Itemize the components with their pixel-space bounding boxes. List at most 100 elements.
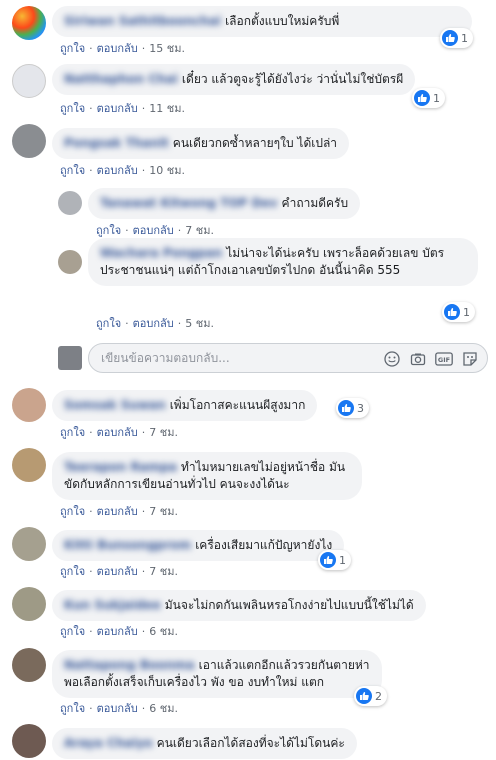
avatar[interactable] [12, 6, 46, 40]
comment-text: คนเดียวเลือกได้สองที่จะได้ไม่โดนค่ะ [156, 736, 345, 750]
reply-input[interactable]: เขียนข้อความตอบกลับ... GIF [88, 343, 488, 373]
comment-time: 11 ชม. [149, 102, 185, 115]
reaction-count[interactable]: 2 [354, 686, 387, 706]
avatar[interactable] [12, 648, 46, 682]
comment-text: เลือกตั้งแบบใหม่ครับพี่ [225, 14, 340, 28]
like-icon [356, 688, 372, 704]
avatar[interactable] [58, 191, 82, 215]
reaction-number: 1 [461, 31, 468, 45]
comment-time: 15 ชม. [149, 42, 185, 55]
comment-text: เดี๋ยว แล้วตูจะรู้ได้ยังไงว่ะ ว่านั่นไม่… [181, 72, 404, 86]
comment-time: 6 ชม. [149, 625, 178, 638]
like-link[interactable]: ถูกใจ [60, 565, 85, 578]
avatar[interactable] [12, 124, 46, 158]
comment-bubble: Natthaphon Chai เดี๋ยว แล้วตูจะรู้ได้ยังไ… [52, 64, 416, 95]
reply-link[interactable]: ตอบกลับ [133, 317, 174, 330]
comment-actions: ถูกใจ · ตอบกลับ · 7 ชม. [60, 565, 178, 578]
commenter-name[interactable]: Wachara Pongpan [100, 245, 222, 262]
comment-actions: ถูกใจ · ตอบกลับ · 7 ชม. [60, 426, 178, 439]
avatar[interactable] [12, 448, 46, 482]
reply-link[interactable]: ตอบกลับ [97, 625, 138, 638]
svg-text:GIF: GIF [438, 356, 450, 364]
reply-link[interactable]: ตอบกลับ [97, 702, 138, 715]
comment-actions: ถูกใจ · ตอบกลับ · 6 ชม. [60, 702, 178, 715]
commenter-name[interactable]: Kun Sukjaidee [64, 597, 161, 614]
reply-link[interactable]: ตอบกลับ [97, 42, 138, 55]
reaction-count[interactable]: 1 [412, 88, 445, 108]
comment-text: มันจะไม่กดกันเพลินหรอโกงง่ายไปแบบนี้ใช้ไ… [164, 598, 414, 612]
comment-time: 7 ชม. [185, 224, 214, 237]
comment-bubble: Teerapon Rampa ทำไมหมายเลขไม่อยู่หน้าชื่อ… [52, 452, 362, 500]
like-link[interactable]: ถูกใจ [60, 164, 85, 177]
commenter-name[interactable]: Pongsak Thanit [64, 135, 169, 152]
comment-actions: ถูกใจ · ตอบกลับ · 6 ชม. [60, 625, 178, 638]
reaction-count[interactable]: 1 [440, 28, 473, 48]
reply-placeholder: เขียนข้อความตอบกลับ... [101, 350, 230, 365]
commenter-name[interactable]: Kitti Bunsongprom [64, 537, 191, 554]
comment-actions: ถูกใจ · ตอบกลับ · 7 ชม. [60, 505, 178, 518]
camera-icon[interactable] [409, 350, 427, 368]
like-link[interactable]: ถูกใจ [60, 42, 85, 55]
comment-bubble: Nattapong Boonma เอาแล้วแตกอีกแล้วรวยกันต… [52, 650, 382, 698]
like-link[interactable]: ถูกใจ [60, 102, 85, 115]
comment-actions: ถูกใจ · ตอบกลับ · 15 ชม. [60, 42, 185, 55]
reply-link[interactable]: ตอบกลับ [97, 565, 138, 578]
reply-link[interactable]: ตอบกลับ [97, 505, 138, 518]
commenter-name[interactable]: Araya Chaiyo [64, 735, 153, 752]
reaction-count[interactable]: 3 [336, 398, 369, 418]
like-link[interactable]: ถูกใจ [60, 625, 85, 638]
comment-bubble: Pongsak Thanit คนเดียวกดซ้ำหลายๆใบ ได้เปล… [52, 128, 350, 159]
comment-text: เพิ่มโอกาสคะแนนผีสูงมาก [169, 398, 306, 412]
comment-bubble: Kitti Bunsongprom เครื่องเสียมาแก้ปัญหายั… [52, 530, 345, 561]
comment-bubble: Siriwan Sathitboonchai เลือกตั้งแบบใหม่คร… [52, 6, 472, 37]
gif-icon[interactable]: GIF [435, 350, 453, 368]
comment-bubble: Araya Chaiyo คนเดียวเลือกได้สองที่จะได้ไม… [52, 728, 357, 759]
comment-text: คำถามดีครับ [281, 196, 349, 210]
like-icon [442, 30, 458, 46]
comment-actions: ถูกใจ · ตอบกลับ · 10 ชม. [60, 164, 185, 177]
reply-link[interactable]: ตอบกลับ [97, 102, 138, 115]
avatar[interactable] [12, 724, 46, 758]
emoji-icon[interactable] [383, 350, 401, 368]
commenter-name[interactable]: Natthaphon Chai [64, 71, 178, 88]
like-icon [444, 304, 460, 320]
reply-link[interactable]: ตอบกลับ [97, 164, 138, 177]
reply-bubble: Tanawat Kitwong TOP Dev คำถามดีครับ [88, 188, 361, 219]
reaction-number: 1 [339, 553, 346, 567]
avatar[interactable] [12, 587, 46, 621]
reply-link[interactable]: ตอบกลับ [97, 426, 138, 439]
reaction-number: 3 [357, 401, 364, 415]
reaction-number: 1 [433, 91, 440, 105]
like-link[interactable]: ถูกใจ [60, 702, 85, 715]
avatar[interactable] [12, 388, 46, 422]
commenter-name[interactable]: Tanawat Kitwong TOP Dev [100, 195, 278, 212]
avatar[interactable] [12, 64, 46, 98]
reply-bubble: Wachara Pongpan ไม่น่าจะได้น่ะครับ เพราะล… [88, 238, 478, 286]
comment-time: 6 ชม. [149, 702, 178, 715]
avatar[interactable] [12, 527, 46, 561]
comment-text: เครื่องเสียมาแก้ปัญหายังไง [195, 538, 333, 552]
like-link[interactable]: ถูกใจ [60, 426, 85, 439]
like-icon [320, 552, 336, 568]
commenter-name[interactable]: Nattapong Boonma [64, 657, 195, 674]
comment-time: 10 ชม. [149, 164, 185, 177]
reply-link[interactable]: ตอบกลับ [133, 224, 174, 237]
avatar[interactable] [58, 250, 82, 274]
like-link[interactable]: ถูกใจ [96, 224, 121, 237]
comment-time: 7 ชม. [149, 505, 178, 518]
sticker-icon[interactable] [461, 350, 479, 368]
commenter-name[interactable]: Somsak Suwan [64, 397, 166, 414]
comment-actions: ถูกใจ · ตอบกลับ · 7 ชม. [96, 224, 214, 237]
commenter-name[interactable]: Siriwan Sathitboonchai [64, 13, 221, 30]
comment-bubble: Somsak Suwan เพิ่มโอกาสคะแนนผีสูงมาก [52, 390, 318, 421]
comment-text: คนเดียวกดซ้ำหลายๆใบ ได้เปล่า [172, 136, 338, 150]
like-link[interactable]: ถูกใจ [96, 317, 121, 330]
reaction-number: 1 [463, 305, 470, 319]
reaction-count[interactable]: 1 [318, 550, 351, 570]
reaction-number: 2 [375, 689, 382, 703]
like-link[interactable]: ถูกใจ [60, 505, 85, 518]
comment-time: 7 ชม. [149, 426, 178, 439]
comment-actions: ถูกใจ · ตอบกลับ · 11 ชม. [60, 102, 185, 115]
reaction-count[interactable]: 1 [442, 302, 475, 322]
commenter-name[interactable]: Teerapon Rampa [64, 459, 177, 476]
